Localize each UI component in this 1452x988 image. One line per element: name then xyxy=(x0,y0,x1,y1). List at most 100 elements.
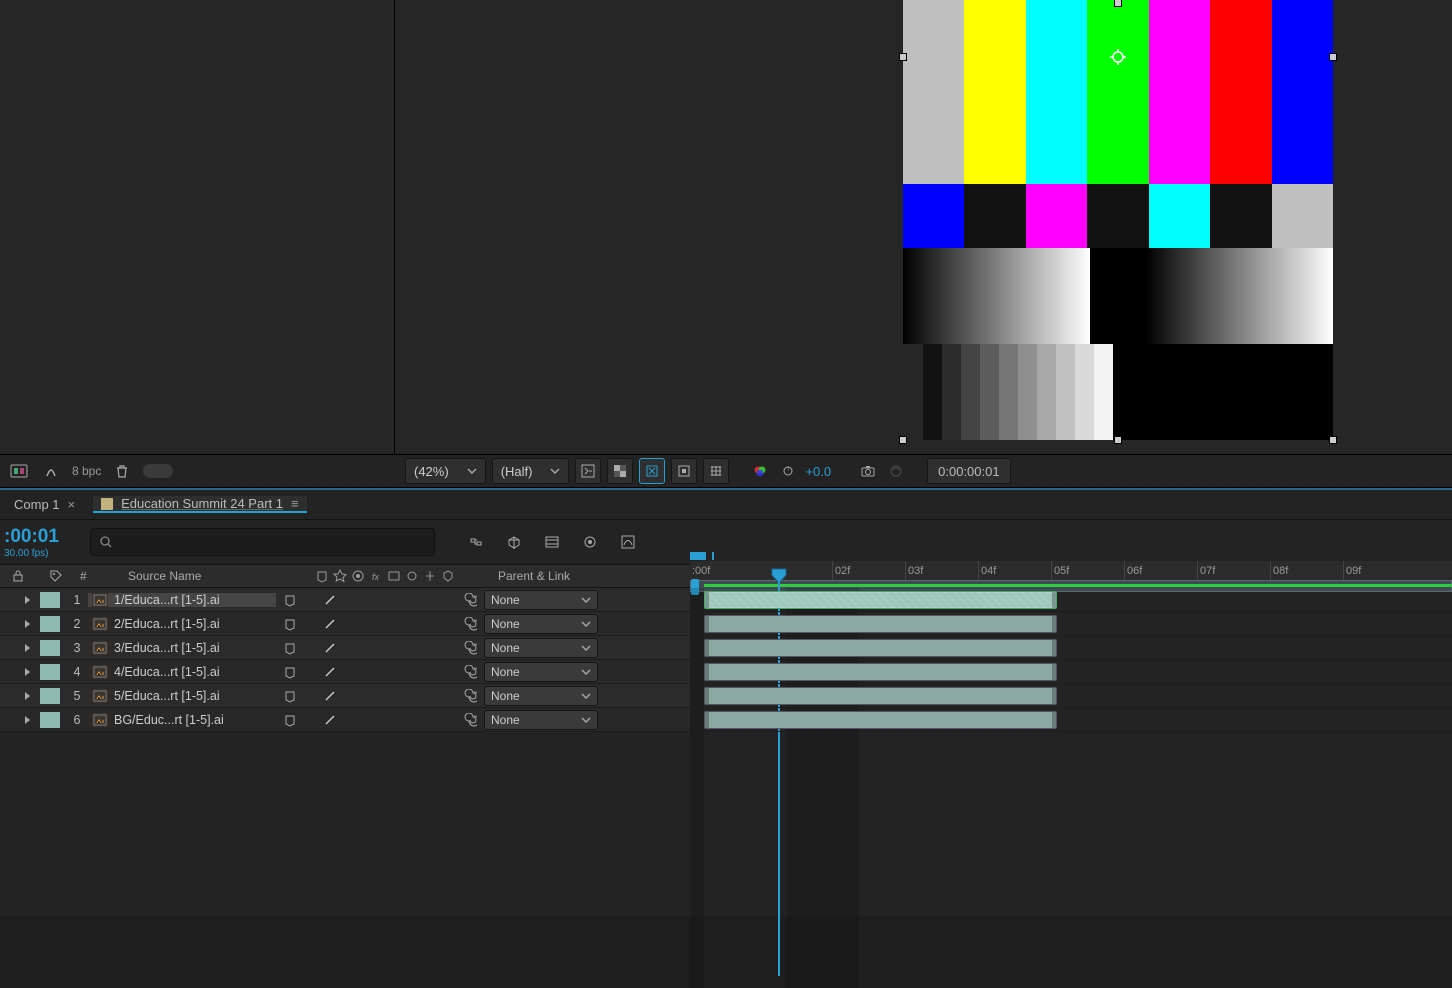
quality-switch[interactable] xyxy=(322,616,338,632)
graph-editor-icon[interactable] xyxy=(617,531,639,553)
resolution-select[interactable]: (Half) xyxy=(492,458,570,484)
layer-name[interactable]: 3/Educa...rt [1-5].ai xyxy=(88,641,276,655)
3d-switch[interactable] xyxy=(422,664,438,680)
track-row[interactable] xyxy=(690,684,1452,708)
exposure-value[interactable]: +0.0 xyxy=(805,464,831,479)
layer-bar[interactable] xyxy=(704,687,1057,705)
tab-comp1[interactable]: Comp 1 × xyxy=(6,497,83,512)
grid-guides-button[interactable] xyxy=(703,458,729,484)
quality-switch[interactable] xyxy=(322,592,338,608)
3d-switch[interactable] xyxy=(422,688,438,704)
selection-handle[interactable] xyxy=(1329,53,1337,61)
layer-label-swatch[interactable] xyxy=(40,712,60,728)
motion-blur-switch[interactable] xyxy=(382,712,398,728)
frame-blend-switch[interactable] xyxy=(362,664,378,680)
parent-select[interactable]: None xyxy=(484,590,606,610)
parent-select[interactable]: None xyxy=(484,710,606,730)
anchor-point-icon[interactable] xyxy=(1110,49,1126,65)
layer-name[interactable]: BG/Educ...rt [1-5].ai xyxy=(88,713,276,727)
ruler-tick[interactable]: 04f xyxy=(978,561,1051,580)
collapse-icon[interactable] xyxy=(351,569,365,583)
shy-switch[interactable] xyxy=(282,592,298,608)
track-row[interactable] xyxy=(690,636,1452,660)
layer-row[interactable]: 11/Educa...rt [1-5].aiNone xyxy=(0,588,690,612)
layer-preview[interactable] xyxy=(903,0,1333,440)
shy-icon[interactable] xyxy=(315,569,329,583)
current-time[interactable]: :00:01 30.00 fps) xyxy=(0,526,90,559)
selection-handle[interactable] xyxy=(1114,436,1122,444)
adjustment-switch[interactable] xyxy=(402,664,418,680)
parent-pickwhip-icon[interactable] xyxy=(456,641,484,655)
parent-select[interactable]: None xyxy=(484,638,606,658)
quality-switch[interactable] xyxy=(322,664,338,680)
layer-label-swatch[interactable] xyxy=(40,640,60,656)
time-navigator-indicator[interactable] xyxy=(712,552,714,560)
frame-blend-switch[interactable] xyxy=(362,592,378,608)
collapse-switch[interactable] xyxy=(302,640,318,656)
selection-handle[interactable] xyxy=(899,53,907,61)
3d-switch[interactable] xyxy=(422,640,438,656)
preview-time[interactable]: 0:00:00:01 xyxy=(927,458,1010,484)
frame-blend-switch[interactable] xyxy=(362,640,378,656)
fx-switch[interactable] xyxy=(342,664,358,680)
mask-visibility-button[interactable] xyxy=(639,458,665,484)
track-row[interactable] xyxy=(690,588,1452,612)
selection-handle[interactable] xyxy=(1329,436,1337,444)
shy-switch[interactable] xyxy=(282,664,298,680)
snapshot-icon[interactable] xyxy=(857,460,879,482)
fx-switch[interactable] xyxy=(342,688,358,704)
parent-pickwhip-icon[interactable] xyxy=(456,617,484,631)
motion-blur-icon[interactable] xyxy=(579,531,601,553)
parent-select[interactable]: None xyxy=(484,686,606,706)
lock-column-icon[interactable] xyxy=(11,569,25,583)
track-row[interactable] xyxy=(690,612,1452,636)
panel-divider[interactable] xyxy=(0,488,1452,490)
composition-panel[interactable] xyxy=(395,0,1452,454)
parent-column-header[interactable]: Parent & Link xyxy=(488,569,658,583)
parent-pickwhip-icon[interactable] xyxy=(456,665,484,679)
3d-switch[interactable] xyxy=(422,712,438,728)
layer-label-swatch[interactable] xyxy=(40,664,60,680)
adjustment-switch[interactable] xyxy=(402,592,418,608)
layer-row[interactable]: 55/Educa...rt [1-5].aiNone xyxy=(0,684,690,708)
render-queue-icon[interactable] xyxy=(40,460,62,482)
layer-label-swatch[interactable] xyxy=(40,616,60,632)
layer-row[interactable]: 6BG/Educ...rt [1-5].aiNone xyxy=(0,708,690,732)
star-icon[interactable] xyxy=(333,569,347,583)
transparency-grid-button[interactable] xyxy=(607,458,633,484)
twirl-icon[interactable] xyxy=(0,691,36,701)
fast-preview-button[interactable] xyxy=(575,458,601,484)
3d-switch[interactable] xyxy=(422,592,438,608)
collapse-switch[interactable] xyxy=(302,664,318,680)
time-navigator-start[interactable] xyxy=(690,552,706,560)
quality-switch[interactable] xyxy=(322,640,338,656)
exposure-icon[interactable] xyxy=(777,460,799,482)
ruler-tick[interactable]: 02f xyxy=(832,561,905,580)
adjustment-switch[interactable] xyxy=(402,688,418,704)
layer-search[interactable] xyxy=(90,528,435,556)
project-settings-icon[interactable] xyxy=(8,460,30,482)
ruler-tick[interactable]: 07f xyxy=(1197,561,1270,580)
adjustment-switch[interactable] xyxy=(402,640,418,656)
motion-blur-col-icon[interactable] xyxy=(405,569,419,583)
layer-name[interactable]: 4/Educa...rt [1-5].ai xyxy=(88,665,276,679)
layer-name[interactable]: 2/Educa...rt [1-5].ai xyxy=(88,617,276,631)
quality-switch[interactable] xyxy=(322,688,338,704)
collapse-switch[interactable] xyxy=(302,712,318,728)
shy-switch[interactable] xyxy=(282,616,298,632)
3d-layer-col-icon[interactable] xyxy=(441,569,455,583)
selection-handle[interactable] xyxy=(1114,0,1122,7)
fx-switch[interactable] xyxy=(342,712,358,728)
motion-blur-switch[interactable] xyxy=(382,616,398,632)
fx-switch[interactable] xyxy=(342,592,358,608)
ruler-tick[interactable]: 03f xyxy=(905,561,978,580)
fx-switch[interactable] xyxy=(342,616,358,632)
quality-switch[interactable] xyxy=(322,712,338,728)
close-icon[interactable]: × xyxy=(68,497,76,512)
draft-3d-icon[interactable] xyxy=(503,531,525,553)
parent-pickwhip-icon[interactable] xyxy=(456,689,484,703)
track-row[interactable] xyxy=(690,660,1452,684)
motion-blur-switch[interactable] xyxy=(382,592,398,608)
layer-label-swatch[interactable] xyxy=(40,688,60,704)
layer-bar[interactable] xyxy=(704,663,1057,681)
